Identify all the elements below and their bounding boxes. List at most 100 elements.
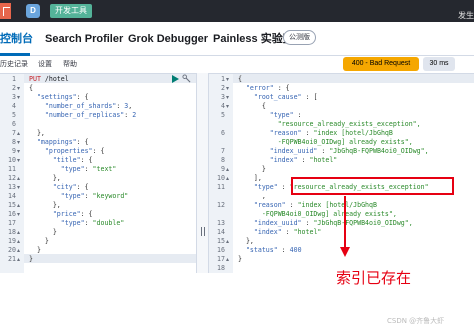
fold-toggle-icon[interactable]: ▾ [17, 156, 20, 165]
response-code-line: -FQPWB4oi0_OIDwg] already exists", [209, 138, 474, 147]
code-token: } [238, 165, 266, 173]
watermark: CSDN @齐鲁大虾 [387, 317, 445, 325]
beta-badge: 公测版 [283, 30, 316, 45]
request-code-line: 15 ▴ }, [0, 201, 196, 210]
space-avatar[interactable]: D [26, 4, 40, 18]
code-token: , [128, 102, 133, 110]
line-number: 17 [217, 255, 225, 263]
code-token: "index" [238, 228, 282, 236]
line-number: 17 [8, 219, 16, 227]
code-token: : [84, 219, 93, 227]
line-number: 6 [221, 129, 225, 137]
request-code-line: 13 ▾ "city": { [0, 183, 196, 192]
request-code-line: 18 ▴ } [0, 228, 196, 237]
help-link[interactable]: 帮助 [63, 59, 77, 70]
resizer-grip-icon[interactable] [201, 227, 205, 236]
tab-search-profiler[interactable]: Search Profiler [45, 31, 123, 47]
line-number: 1 [12, 75, 16, 83]
line-number: 2 [12, 84, 16, 92]
response-code-line: 6 "reason" : "index [hotel/JbGhqB [209, 129, 474, 138]
line-number: 18 [217, 264, 225, 272]
request-code-line: 16 ▾ "price": { [0, 210, 196, 219]
line-number: 7 [221, 147, 225, 155]
fold-toggle-icon[interactable]: ▾ [226, 75, 229, 84]
line-number: 14 [217, 228, 225, 236]
line-number: 19 [8, 237, 16, 245]
breadcrumb-dev-tools[interactable]: 开发工具 [50, 4, 92, 18]
request-code-line: 17 "type": "double" [0, 219, 196, 228]
fold-toggle-icon[interactable]: ▾ [17, 93, 20, 102]
send-request-icon[interactable] [172, 75, 179, 83]
kibana-logo-icon[interactable] [0, 3, 11, 19]
code-text: } [238, 165, 266, 174]
code-token: ], [238, 174, 262, 182]
line-number: 13 [217, 219, 225, 227]
response-viewer[interactable]: 1 ▾{2 ▾ "error" : {3 ▾ "root_cause" : [4 ▾ {… [209, 73, 474, 274]
fold-toggle-icon[interactable]: ▴ [17, 201, 20, 210]
fold-toggle-icon[interactable]: ▾ [17, 147, 20, 156]
tab-painless-lab[interactable]: Painless 实验室 [213, 31, 294, 47]
tab-console[interactable]: 控制台 [0, 31, 33, 47]
code-token: "mappings" [29, 138, 77, 146]
code-text: } [29, 228, 57, 237]
code-token: : [317, 147, 330, 155]
line-number: 11 [8, 165, 16, 173]
fold-toggle-icon[interactable]: ▴ [17, 246, 20, 255]
tab-grok-debugger[interactable]: Grok Debugger [128, 31, 208, 47]
code-token: } [29, 246, 41, 254]
fold-toggle-icon[interactable]: ▴ [17, 129, 20, 138]
line-number: 14 [8, 192, 16, 200]
fold-toggle-icon[interactable]: ▾ [17, 138, 20, 147]
fold-toggle-icon[interactable]: ▴ [226, 237, 229, 246]
line-number: 10 [217, 174, 225, 182]
line-number: 18 [8, 228, 16, 236]
code-token: : [ [301, 93, 318, 101]
code-text: "reason" : "index [hotel/JbGhqB [238, 201, 377, 210]
code-token: PUT [29, 75, 45, 83]
fold-toggle-icon[interactable]: ▴ [17, 237, 20, 246]
code-token: }, [29, 129, 45, 137]
line-number: 13 [8, 183, 16, 191]
line-number: 20 [8, 246, 16, 254]
fold-toggle-icon[interactable]: ▾ [17, 210, 20, 219]
fold-toggle-icon[interactable]: ▴ [226, 255, 229, 264]
code-token: "index [hotel/JbGhqB [313, 129, 393, 137]
code-text: }, [29, 129, 45, 138]
pane-resizer[interactable] [196, 73, 209, 273]
code-token: "JbGhqB-FQPWB4oi0_OIDwg", [329, 147, 429, 155]
fold-toggle-icon[interactable]: ▴ [226, 174, 229, 183]
fold-toggle-icon[interactable]: ▾ [226, 93, 229, 102]
fold-toggle-icon[interactable]: ▾ [226, 84, 229, 93]
request-code-line: 12 ▴ }, [0, 174, 196, 183]
code-text: }, [238, 237, 254, 246]
line-number: 3 [221, 93, 225, 101]
fold-toggle-icon[interactable]: ▾ [226, 102, 229, 111]
response-code-line: 4 ▾ { [209, 102, 474, 111]
code-token: } [29, 255, 33, 263]
request-code-line: 9 ▾ "properties": { [0, 147, 196, 156]
fold-toggle-icon[interactable]: ▴ [226, 165, 229, 174]
code-text: { [238, 75, 242, 84]
code-token: }, [29, 201, 61, 209]
fold-toggle-icon[interactable]: ▴ [17, 174, 20, 183]
line-number: 16 [217, 246, 225, 254]
code-text: "resource_already_exists_exception", [238, 120, 421, 129]
response-code-line: "resource_already_exists_exception", [209, 120, 474, 129]
fold-toggle-icon[interactable]: ▴ [17, 228, 20, 237]
code-token: "text" [92, 165, 117, 173]
response-code-line: 9 ▴ } [209, 165, 474, 174]
fold-toggle-icon[interactable]: ▾ [17, 84, 20, 93]
request-editor[interactable]: 1 PUT /hotel 2 ▾{3 ▾ "settings": {4 "number_… [0, 73, 196, 274]
code-text: "root_cause" : [ [238, 93, 318, 102]
request-code-line: 11 "type": "text" [0, 165, 196, 174]
fold-toggle-icon[interactable]: ▾ [17, 183, 20, 192]
wrench-icon[interactable] [182, 74, 191, 83]
code-text: } [29, 246, 41, 255]
dev-tools-tabs: 控制台 Search Profiler Grok Debugger Painle… [0, 22, 474, 56]
history-link[interactable]: 历史记录 [0, 59, 28, 70]
settings-link[interactable]: 设置 [38, 59, 52, 70]
code-token: "status" [238, 246, 278, 254]
fold-toggle-icon[interactable]: ▴ [17, 255, 20, 264]
code-text: -FQPWB4oi0_OIDwg] already exists", [238, 210, 397, 219]
code-token: "title" [29, 156, 81, 164]
